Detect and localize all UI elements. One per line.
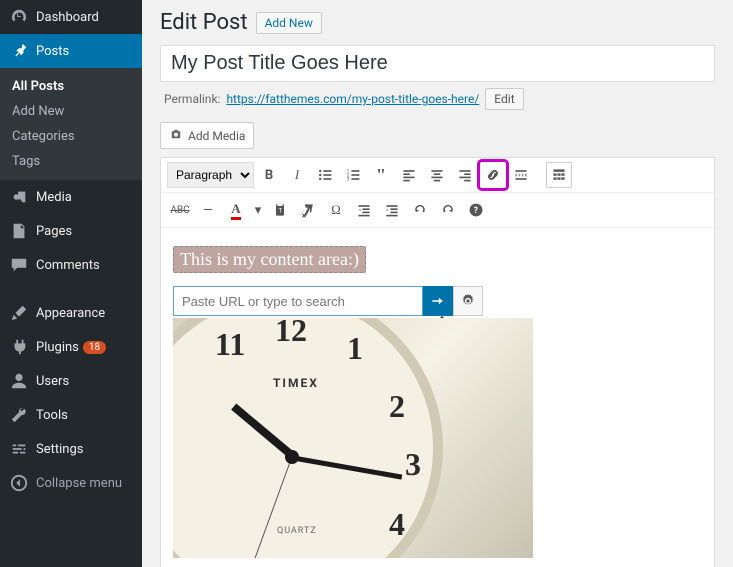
strikethrough-button[interactable]: ABC <box>167 197 193 223</box>
toolbar-toggle-button[interactable] <box>546 162 572 188</box>
clock-face: 11 12 1 2 3 4 TIMEX QUARTZ <box>173 318 443 558</box>
comment-icon <box>10 256 28 274</box>
clock-number: 1 <box>347 330 363 367</box>
link-apply-button[interactable] <box>423 286 453 316</box>
clock-number: 4 <box>389 506 405 543</box>
sidebar-label: Users <box>36 374 69 389</box>
submenu-categories[interactable]: Categories <box>0 124 142 149</box>
indent-button[interactable] <box>379 197 405 223</box>
toolbar-row-2: ABC — A ▾ T Ω ? <box>161 193 714 228</box>
clock-number: 3 <box>405 446 421 483</box>
wrench-icon <box>10 406 28 424</box>
sidebar-item-pages[interactable]: Pages <box>0 214 142 248</box>
collapse-menu[interactable]: Collapse menu <box>0 466 142 500</box>
pushpin-icon <box>10 42 28 60</box>
add-new-button[interactable]: Add New <box>256 12 322 34</box>
special-char-button[interactable]: Ω <box>323 197 349 223</box>
submenu-all-posts[interactable]: All Posts <box>0 74 142 99</box>
align-right-button[interactable] <box>452 162 478 188</box>
sidebar-label: Appearance <box>36 306 105 321</box>
sidebar-item-comments[interactable]: Comments <box>0 248 142 282</box>
align-center-button[interactable] <box>424 162 450 188</box>
dashboard-icon <box>10 8 28 26</box>
brush-icon <box>10 304 28 322</box>
number-list-button[interactable]: 123 <box>340 162 366 188</box>
page-icon <box>10 222 28 240</box>
sidebar-label: Posts <box>36 44 69 59</box>
post-title-input[interactable] <box>160 45 715 82</box>
paste-text-button[interactable]: T <box>267 197 293 223</box>
align-left-button[interactable] <box>396 162 422 188</box>
edit-permalink-button[interactable]: Edit <box>485 88 523 110</box>
minute-hand <box>293 456 402 480</box>
textcolor-button[interactable]: A <box>223 197 249 223</box>
content-image[interactable]: 11 12 1 2 3 4 TIMEX QUARTZ <box>173 318 533 558</box>
main-content: Edit Post Add New Permalink: https://fat… <box>142 0 733 567</box>
page-title: Edit Post <box>160 10 248 35</box>
clock-number: 12 <box>275 318 307 349</box>
sidebar-item-appearance[interactable]: Appearance <box>0 296 142 330</box>
link-button[interactable] <box>480 162 506 188</box>
submenu-tags[interactable]: Tags <box>0 149 142 174</box>
svg-text:?: ? <box>474 206 479 216</box>
link-options-button[interactable] <box>453 286 483 316</box>
permalink-url[interactable]: https://fatthemes.com/my-post-title-goes… <box>226 92 479 106</box>
link-popup <box>173 286 483 316</box>
format-select[interactable]: Paragraph <box>167 162 254 188</box>
sidebar-item-settings[interactable]: Settings <box>0 432 142 466</box>
outdent-button[interactable] <box>351 197 377 223</box>
selected-text[interactable]: This is my content area:) <box>173 246 366 273</box>
editor-content[interactable]: This is my content area:) Link options 1… <box>161 228 714 567</box>
sidebar-label: Media <box>36 190 72 205</box>
sidebar-label: Tools <box>36 408 68 423</box>
sidebar-item-media[interactable]: Media <box>0 180 142 214</box>
sidebar-item-tools[interactable]: Tools <box>0 398 142 432</box>
link-url-input[interactable] <box>173 286 423 316</box>
sidebar-item-users[interactable]: Users <box>0 364 142 398</box>
add-media-label: Add Media <box>188 129 245 143</box>
redo-button[interactable] <box>435 197 461 223</box>
sidebar-item-plugins[interactable]: Plugins 18 <box>0 330 142 364</box>
admin-sidebar: Dashboard Posts All Posts Add New Catego… <box>0 0 142 567</box>
clear-format-button[interactable] <box>295 197 321 223</box>
sidebar-label: Collapse menu <box>36 476 122 491</box>
sliders-icon <box>10 440 28 458</box>
undo-button[interactable] <box>407 197 433 223</box>
svg-text:T: T <box>278 206 282 214</box>
sidebar-item-dashboard[interactable]: Dashboard <box>0 0 142 34</box>
clock-brand: TIMEX <box>273 376 319 390</box>
svg-text:3: 3 <box>347 177 350 183</box>
sidebar-label: Settings <box>36 442 83 457</box>
italic-button[interactable]: I <box>284 162 310 188</box>
toolbar-row-1: Paragraph B I 123 " <box>161 158 714 193</box>
clock-number: 11 <box>215 326 245 363</box>
clock-quartz: QUARTZ <box>277 526 317 536</box>
add-media-button[interactable]: Add Media <box>160 122 254 149</box>
textcolor-dropdown[interactable]: ▾ <box>251 197 265 223</box>
clock-center <box>285 450 299 464</box>
collapse-icon <box>10 474 28 492</box>
second-hand <box>250 458 292 558</box>
plugin-update-badge: 18 <box>83 341 106 354</box>
blockquote-button[interactable]: " <box>368 162 394 188</box>
submenu-add-new[interactable]: Add New <box>0 99 142 124</box>
permalink-label: Permalink: <box>164 92 220 106</box>
camera-icon <box>169 127 183 144</box>
media-icon <box>10 188 28 206</box>
hr-button[interactable]: — <box>195 197 221 223</box>
bold-button[interactable]: B <box>256 162 282 188</box>
user-icon <box>10 372 28 390</box>
posts-submenu: All Posts Add New Categories Tags <box>0 68 142 180</box>
sidebar-label: Pages <box>36 224 72 239</box>
readmore-button[interactable] <box>508 162 534 188</box>
clock-number: 2 <box>389 388 405 425</box>
sidebar-label: Dashboard <box>36 10 99 25</box>
plug-icon <box>10 338 28 356</box>
sidebar-label: Plugins <box>36 340 79 355</box>
bullet-list-button[interactable] <box>312 162 338 188</box>
help-button[interactable]: ? <box>463 197 489 223</box>
editor-container: Paragraph B I 123 " ABC — A ▾ T <box>160 157 715 567</box>
sidebar-item-posts[interactable]: Posts <box>0 34 142 68</box>
sidebar-label: Comments <box>36 258 100 273</box>
